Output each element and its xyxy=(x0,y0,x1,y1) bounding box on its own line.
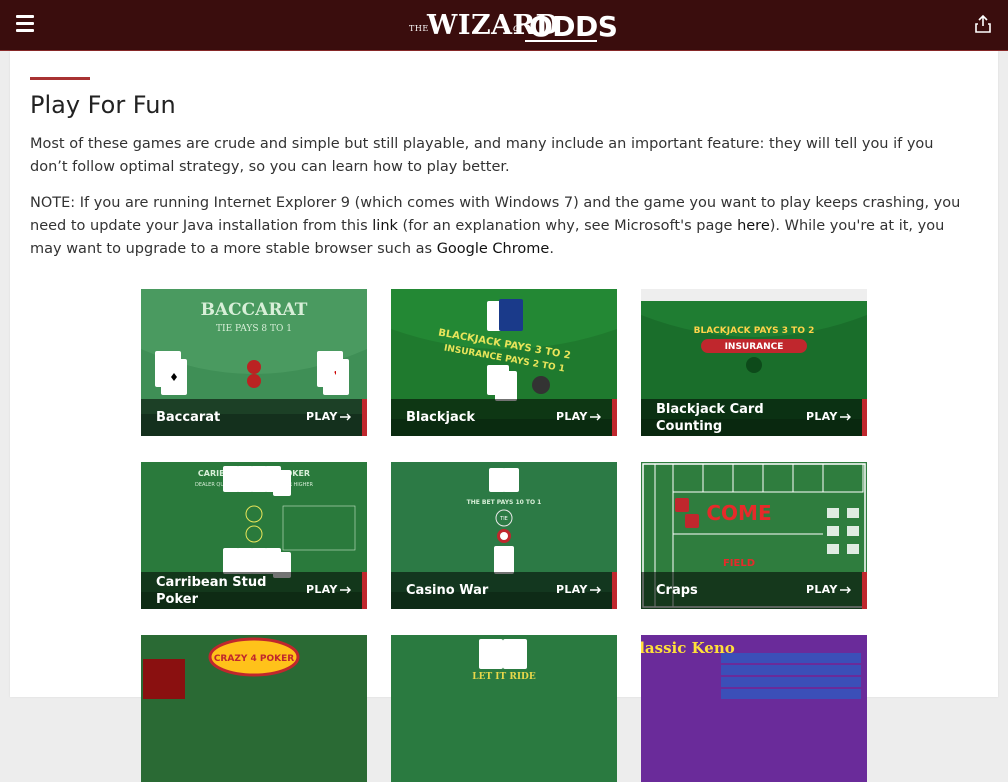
game-name: Baccarat xyxy=(156,410,221,425)
site-logo[interactable]: THE WIZARD of ODDS xyxy=(405,6,618,44)
game-tile-baccarat[interactable]: BACCARAT TIE PAYS 8 TO 1 Baccarat PLAY xyxy=(141,289,367,436)
page-title: Play For Fun xyxy=(30,91,176,119)
java-update-link[interactable]: link xyxy=(372,218,398,234)
game-name: Craps xyxy=(656,583,698,598)
logo-underline xyxy=(525,40,597,42)
baccarat-art-sub: TIE PAYS 8 TO 1 xyxy=(216,324,292,334)
note-text-2: (for an explanation why, see Microsoft's… xyxy=(397,218,738,234)
logo-odds: ODDS xyxy=(529,10,618,43)
game-name: Blackjack Card Counting xyxy=(656,401,764,434)
game-tile-blackjack-card-counting[interactable]: BLACKJACK PAYS 3 TO 2 INSURANCE Blackjac… xyxy=(641,289,867,436)
crazy-4-art-title: CRAZY 4 POKER xyxy=(214,654,294,664)
game-tile-casino-war[interactable]: THE BET PAYS 10 TO 1 TIE Casino War PLAY xyxy=(391,462,617,609)
crazy-4-poker-table-art: CRAZY 4 POKER xyxy=(141,635,367,782)
play-label[interactable]: PLAY xyxy=(556,583,588,596)
casino-war-art-title: THE BET PAYS 10 TO 1 xyxy=(467,499,542,506)
microsoft-page-link[interactable]: here xyxy=(737,218,770,234)
game-name: Casino War xyxy=(406,583,489,598)
game-tile-crazy-4-poker[interactable]: CRAZY 4 POKER xyxy=(141,635,367,782)
baccarat-art-title: BACCARAT xyxy=(201,300,308,320)
title-accent-rule xyxy=(30,77,90,80)
keno-art-title: Classic Keno xyxy=(641,639,735,657)
note-text-4: . xyxy=(549,241,554,257)
main-content: Play For Fun Most of these games are cru… xyxy=(10,51,998,782)
intro-paragraph: Most of these games are crude and simple… xyxy=(30,136,934,175)
game-tile-blackjack[interactable]: BLACKJACK PAYS 3 TO 2 INSURANCE PAYS 2 T… xyxy=(391,289,617,436)
play-label[interactable]: PLAY xyxy=(806,583,838,596)
casino-war-art-sub: TIE xyxy=(499,516,508,522)
play-label[interactable]: PLAY xyxy=(806,410,838,423)
game-name: Carribean Stud Poker xyxy=(156,574,267,607)
play-label[interactable]: PLAY xyxy=(306,410,338,423)
game-tile-classic-keno[interactable]: Classic Keno xyxy=(641,635,867,782)
arrow-right-icon xyxy=(340,413,351,421)
game-tile-craps[interactable]: COME FIELD Craps PLAY xyxy=(641,462,867,609)
share-icon[interactable] xyxy=(973,14,993,34)
card-counting-art-title: BLACKJACK PAYS 3 TO 2 xyxy=(694,326,815,336)
arrow-right-icon xyxy=(840,586,851,594)
play-label[interactable]: PLAY xyxy=(556,410,588,423)
game-tile-let-it-ride[interactable]: LET IT RIDE xyxy=(391,635,617,782)
let-it-ride-table-art: LET IT RIDE xyxy=(391,635,617,782)
google-chrome-link[interactable]: Google Chrome xyxy=(437,241,550,257)
game-name: Blackjack xyxy=(406,410,476,425)
top-bar: THE WIZARD of ODDS xyxy=(0,0,1008,51)
card-counting-art-sub: INSURANCE xyxy=(725,342,784,352)
note-paragraph: NOTE: If you are running Internet Explor… xyxy=(30,192,975,261)
craps-art-come: COME xyxy=(706,501,771,525)
arrow-right-icon xyxy=(590,413,601,421)
let-it-ride-art-title: LET IT RIDE xyxy=(472,672,536,682)
game-tile-caribbean-stud-poker[interactable]: CARIBBEAN STUD POKER DEALER QUALIFIES WI… xyxy=(141,462,367,609)
arrow-right-icon xyxy=(340,586,351,594)
arrow-right-icon xyxy=(840,413,851,421)
keno-board-art: Classic Keno xyxy=(641,635,867,782)
play-label[interactable]: PLAY xyxy=(306,583,338,596)
craps-art-field-label: FIELD xyxy=(723,558,755,569)
logo-the: THE xyxy=(409,24,429,33)
logo-of: of xyxy=(513,23,523,34)
arrow-right-icon xyxy=(590,586,601,594)
hamburger-menu-icon[interactable] xyxy=(16,15,34,33)
